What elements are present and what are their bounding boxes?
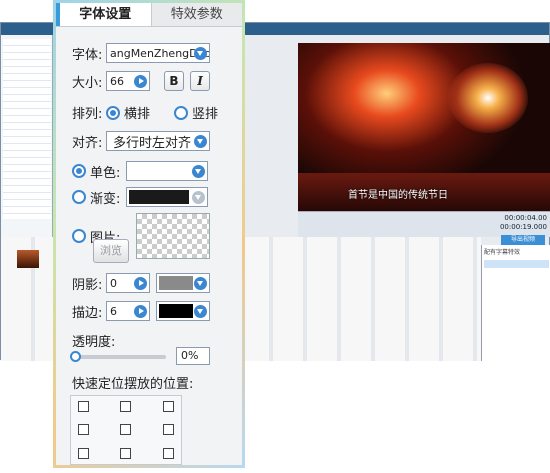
horizontal-label: 横排 — [124, 107, 151, 122]
font-settings-panel: 字体设置 特效参数 字体: angMenZhengDao 大小: 66 B I … — [53, 0, 245, 468]
gradient-row: 渐变: — [72, 187, 208, 207]
subtitle-effects-title: 配有字幕特效 — [484, 249, 521, 256]
vertical-label: 竖排 — [192, 107, 219, 122]
playback-controls[interactable]: 00:00:04.00 00:00:19.000 — [298, 211, 550, 237]
selected-subtitle-item[interactable] — [484, 260, 549, 268]
position-middle-left-checkbox[interactable] — [78, 424, 89, 435]
opacity-value[interactable]: 0% — [176, 347, 210, 365]
solid-color-select[interactable] — [126, 161, 208, 181]
horizontal-radio[interactable] — [106, 105, 120, 120]
size-value: 66 — [110, 74, 124, 88]
shadow-label: 阴影: — [72, 277, 103, 293]
position-top-center-checkbox[interactable] — [120, 401, 131, 412]
size-input[interactable]: 66 — [106, 71, 150, 91]
align-row: 对齐: 多行时左对齐 — [72, 131, 210, 151]
chevron-right-icon[interactable] — [134, 305, 147, 318]
preview-subtitle: 首节是中国的传统节日 — [348, 190, 448, 201]
stroke-row: 描边: 6 — [72, 301, 210, 321]
position-grid — [70, 395, 182, 465]
font-select[interactable]: angMenZhengDao — [106, 43, 210, 63]
firework-burst — [448, 63, 528, 133]
shadow-row: 阴影: 0 — [72, 273, 210, 293]
image-radio[interactable] — [72, 229, 86, 243]
subtitle-effects-list[interactable]: 配有字幕特效 — [481, 245, 550, 361]
stroke-label: 描边: — [72, 305, 103, 321]
clip-thumbnail[interactable] — [17, 250, 39, 268]
opacity-slider[interactable] — [70, 351, 166, 362]
position-bottom-center-checkbox[interactable] — [120, 448, 131, 459]
align-value: 多行时左对齐 — [113, 135, 192, 151]
app-window: 首节是中国的传统节日 00:00:04.00 00:00:19.000 导出视频… — [0, 0, 550, 473]
size-row: 大小: 66 B I — [72, 71, 210, 91]
solid-color-row: 单色: — [72, 161, 208, 181]
stroke-value: 6 — [110, 304, 117, 318]
position-middle-right-checkbox[interactable] — [163, 424, 174, 435]
bold-button[interactable]: B — [164, 71, 184, 91]
gradient-label: 渐变: — [90, 191, 121, 207]
export-video-button[interactable]: 导出视频 — [501, 235, 545, 245]
chevron-down-icon[interactable] — [194, 135, 207, 148]
align-label: 对齐: — [72, 135, 103, 151]
position-bottom-right-checkbox[interactable] — [163, 448, 174, 459]
tab-font-settings[interactable]: 字体设置 — [56, 3, 151, 26]
align-select[interactable]: 多行时左对齐 — [106, 131, 210, 151]
tab-bar: 字体设置 特效参数 — [56, 3, 242, 27]
size-label: 大小: — [72, 75, 103, 91]
position-bottom-left-checkbox[interactable] — [78, 448, 89, 459]
stroke-swatch — [159, 304, 193, 318]
chevron-down-icon[interactable] — [194, 277, 207, 290]
italic-button[interactable]: I — [190, 71, 210, 91]
shadow-value: 0 — [110, 276, 117, 290]
chevron-right-icon[interactable] — [134, 75, 147, 88]
current-time: 00:00:04.00 — [504, 214, 547, 222]
chevron-down-icon[interactable] — [194, 47, 207, 60]
position-top-right-checkbox[interactable] — [163, 401, 174, 412]
opacity-slider-knob[interactable] — [70, 351, 81, 362]
solid-color-radio[interactable] — [72, 164, 86, 178]
position-top-left-checkbox[interactable] — [78, 401, 89, 412]
chevron-down-icon[interactable] — [194, 305, 207, 318]
arrange-label: 排列: — [72, 107, 103, 122]
tab-effect-params[interactable]: 特效参数 — [150, 3, 242, 26]
shadow-swatch — [159, 276, 193, 290]
stroke-input[interactable]: 6 — [106, 301, 150, 321]
opacity-row: 透明度: — [72, 331, 115, 350]
position-center-checkbox[interactable] — [120, 424, 131, 435]
solid-color-label: 单色: — [90, 165, 121, 181]
font-label: 字体: — [72, 47, 103, 63]
gradient-select[interactable] — [126, 187, 208, 207]
position-row: 快速定位摆放的位置: — [72, 373, 193, 392]
gradient-radio[interactable] — [72, 190, 86, 204]
chevron-down-icon[interactable] — [192, 191, 205, 204]
opacity-label: 透明度: — [72, 335, 116, 350]
time-display: 00:00:04.00 00:00:19.000 — [500, 214, 547, 232]
chevron-down-icon[interactable] — [192, 165, 205, 178]
vertical-radio[interactable] — [174, 105, 189, 120]
shadow-input[interactable]: 0 — [106, 273, 150, 293]
stroke-color-select[interactable] — [156, 301, 210, 321]
arrange-row: 排列: 横排 竖排 — [72, 103, 218, 122]
gradient-swatch — [129, 190, 189, 204]
shadow-color-select[interactable] — [156, 273, 210, 293]
chevron-right-icon[interactable] — [134, 277, 147, 290]
position-label: 快速定位摆放的位置: — [72, 377, 194, 392]
video-preview[interactable]: 首节是中国的传统节日 — [298, 43, 550, 211]
browse-button[interactable]: 浏览 — [93, 239, 129, 263]
image-preview — [136, 213, 210, 259]
font-row: 字体: angMenZhengDao — [72, 43, 210, 63]
total-time: 00:00:19.000 — [499, 223, 547, 231]
media-tree[interactable] — [3, 39, 51, 219]
